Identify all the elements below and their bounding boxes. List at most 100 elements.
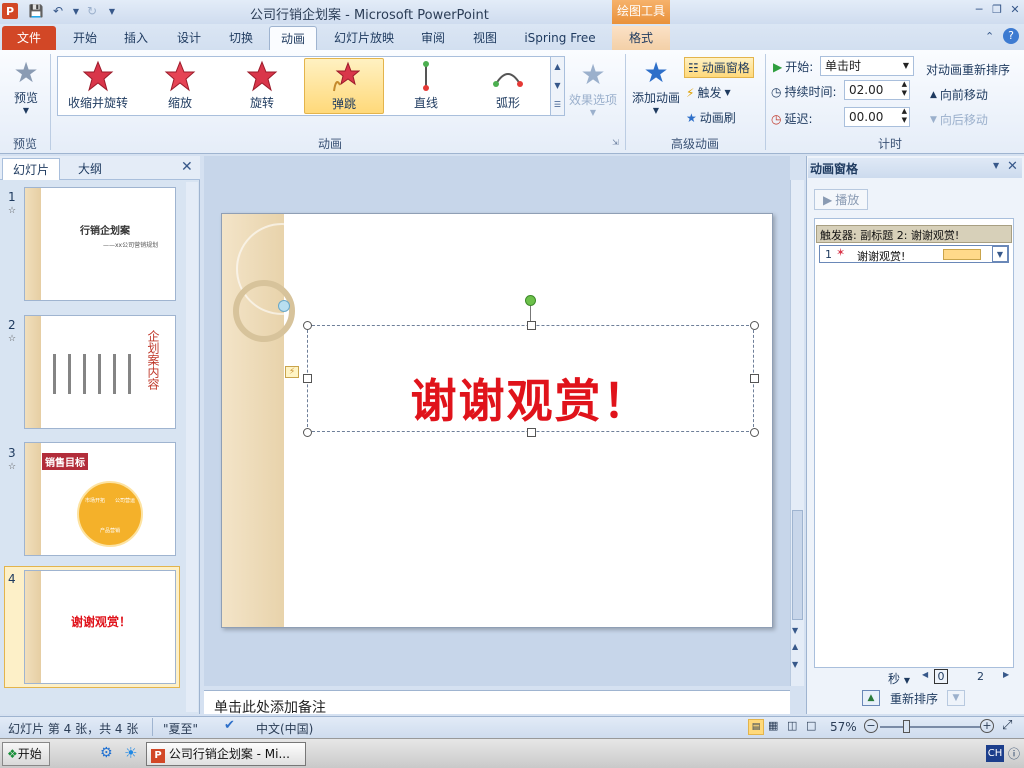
move-earlier-button[interactable]: ▲ 向前移动 [930,86,988,103]
editor-scrollbar[interactable]: ▼ ▲ ▼ [790,180,804,686]
scroll-down-icon[interactable]: ▼ [792,626,798,635]
resize-handle[interactable] [750,428,759,437]
tab-design[interactable]: 设计 [170,26,208,50]
resize-handle[interactable] [303,428,312,437]
anim-arc-path[interactable]: 弧形 [472,58,544,114]
reorder-down-icon[interactable]: ▼ [947,690,965,706]
browser-icon[interactable]: ⚙ [100,745,113,761]
tab-review[interactable]: 审阅 [414,26,452,50]
timeline-left-icon[interactable]: ◀ [922,670,928,679]
pane-menu-icon[interactable]: ▼ [993,161,999,170]
resize-handle[interactable] [750,321,759,330]
slideshow-view-icon[interactable]: □ [806,719,816,732]
rotate-handle[interactable] [525,295,536,306]
add-animation-button[interactable]: ★ 添加动画 ▼ [630,56,682,115]
tab-animations[interactable]: 动画 [269,26,317,50]
ime-indicator[interactable]: CH [986,745,1004,762]
trigger-marker-icon[interactable]: ⚡ [285,366,299,378]
start-select[interactable]: 单击时 ▼ [820,56,914,76]
reorder-label: 重新排序 [890,692,939,706]
anim-zoom[interactable]: 缩放 [144,58,216,114]
undo-icon[interactable]: ↶ [50,3,66,19]
help-icon[interactable]: ? [1003,28,1019,44]
close-pane-icon[interactable]: ✕ [181,159,193,175]
tab-file[interactable]: 文件 [2,26,56,50]
tab-transitions[interactable]: 切换 [222,26,260,50]
timeline-right-icon[interactable]: ▶ [1003,670,1009,679]
preview-button[interactable]: ★ 预览 ▼ [6,56,46,115]
taskbar-window-button[interactable]: P 公司行销企划案 - Mi... [146,742,306,766]
next-slide-icon[interactable]: ▼ [792,660,798,669]
resize-handle[interactable] [527,321,536,330]
zoom-out-icon[interactable]: − [864,719,878,733]
resize-handle[interactable] [527,428,536,437]
delay-stepper-icon[interactable]: ▲ ▼ [902,107,907,125]
restore-icon[interactable]: ❐ [990,3,1004,17]
fit-window-icon[interactable]: ⤢ [1002,718,1012,733]
anim-bounce[interactable]: 弹跳 [304,58,384,114]
minimize-icon[interactable]: ─ [972,3,986,17]
gallery-scroll[interactable]: ▲ ▼ ☰ [550,57,564,115]
duration-input[interactable]: 02.00 ▲ ▼ [844,80,910,100]
timeline-unit[interactable]: 秒 ▼ [888,670,910,687]
scroll-thumb[interactable] [792,510,803,620]
slide-thumbnail-1[interactable]: 行销企划案 ——xx公司营销规划 [24,187,176,301]
tab-ispring[interactable]: iSpring Free [518,26,602,50]
notes-pane[interactable]: 单击此处添加备注 [204,690,790,716]
tab-outline[interactable]: 大纲 [68,158,112,180]
ie-icon[interactable]: ☀ [124,744,137,762]
move-later-button[interactable]: ▼ 向后移动 [930,111,988,128]
customize-qat-icon[interactable]: ▼ [104,3,120,19]
item-dropdown-icon[interactable]: ▼ [992,246,1008,262]
play-button[interactable]: ▶ 播放 [814,189,869,210]
prev-slide-icon[interactable]: ▲ [792,642,798,651]
collapse-ribbon-icon[interactable]: ⌃ [985,30,994,43]
zoom-in-icon[interactable]: + [980,719,994,733]
timing-bar[interactable] [943,249,981,260]
close-icon[interactable]: ✕ [1008,3,1022,17]
anim-spin[interactable]: 旋转 [226,58,298,114]
dialog-launcher-icon[interactable]: ⇲ [612,138,619,147]
reading-view-icon[interactable]: ◫ [787,719,797,732]
slide-main-text[interactable]: 谢谢观赏！ [307,365,754,431]
slide-thumbnail-4[interactable]: 谢谢观赏！ [24,570,176,684]
slides-scrollbar[interactable] [186,182,198,712]
save-icon[interactable]: 💾 [28,3,44,19]
resize-handle[interactable] [303,374,312,383]
tab-insert[interactable]: 插入 [117,26,155,50]
resize-handle[interactable] [750,374,759,383]
sorter-view-icon[interactable]: ▦ [768,719,778,732]
slide-thumbnail-3[interactable]: 销售目标 市场开拓 公司营运 产品营销 [24,442,176,556]
undo-dropdown-icon[interactable]: ▼ [68,3,84,19]
tab-home[interactable]: 开始 [66,26,104,50]
start-button[interactable]: ❖开始 [2,742,50,766]
resize-handle[interactable] [303,321,312,330]
powerpoint-app-icon[interactable]: P [2,3,18,19]
animation-item[interactable]: 1 ✶ 谢谢观赏! ▼ [819,245,1009,263]
tab-slideshow[interactable]: 幻灯片放映 [328,26,400,50]
language[interactable]: 中文(中国) [256,720,313,737]
zoom-slider-thumb[interactable] [903,720,910,733]
help-tray-icon[interactable]: ⓘ [1008,745,1020,762]
slide-thumbnail-2[interactable]: 企划案内容 [24,315,176,429]
redo-icon[interactable]: ↻ [84,3,100,19]
anim-line-path[interactable]: 直线 [390,58,462,114]
effect-options-button[interactable]: ★ 效果选项 ▼ [568,58,618,117]
theme-name: "夏至" [163,722,199,736]
anim-shrink-turn[interactable]: 收缩并旋转 [62,58,134,114]
trigger-button[interactable]: ⚡ 触发 ▼ [686,84,731,101]
animation-pane-button[interactable]: ☷ 动画窗格 [684,57,754,78]
animation-painter-button[interactable]: ★ 动画刷 [686,109,736,126]
duration-stepper-icon[interactable]: ▲ ▼ [902,80,907,98]
spellcheck-icon[interactable]: ✔ [224,718,235,733]
tab-view[interactable]: 视图 [466,26,504,50]
tab-slides[interactable]: 幻灯片 [2,158,61,180]
delay-input[interactable]: 00.00 ▲ ▼ [844,107,910,127]
normal-view-icon[interactable]: ▤ [748,719,764,735]
close-anim-pane-icon[interactable]: ✕ [1007,159,1018,174]
reorder-up-icon[interactable]: ▲ [862,690,880,706]
trigger-row[interactable]: 触发器: 副标题 2: 谢谢观赏! [816,225,1012,243]
tab-format[interactable]: 格式 [612,26,670,50]
zoom-slider[interactable] [880,726,980,728]
zoom-level[interactable]: 57% [830,720,857,734]
